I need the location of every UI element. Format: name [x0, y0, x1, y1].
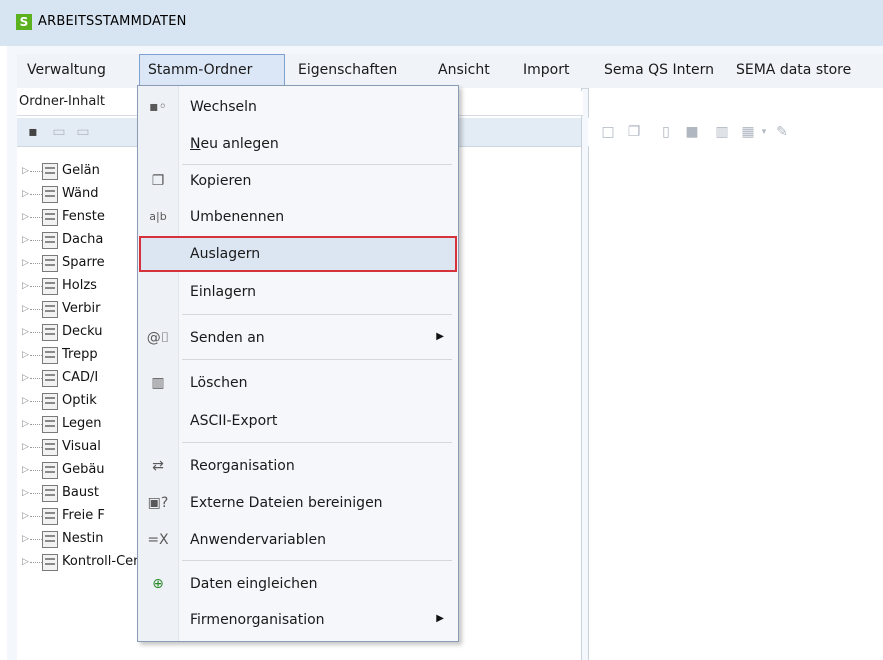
add-data-icon: ⊕ [152, 576, 164, 592]
folder-icon [42, 301, 58, 318]
menu-sema-qs-intern[interactable]: Sema QS Intern [604, 55, 714, 85]
folder-icon [42, 232, 58, 249]
save-icon[interactable]: ■ [684, 124, 700, 140]
stamm-ordner-dropdown: ▪◦ Wechseln Neu anlegen ❐ Kopieren a|b U… [137, 85, 459, 642]
menu-item-senden-an[interactable]: @⌷ Senden an ▶ [138, 321, 458, 355]
menu-separator [182, 314, 452, 315]
menu-stamm-ordner[interactable]: Stamm-Ordner [139, 54, 285, 86]
attachment-icon: @⌷ [146, 330, 170, 346]
switch-icon: ▪◦ [149, 99, 167, 115]
variable-icon: =X [147, 532, 169, 548]
folder-icon [42, 347, 58, 364]
right-panel [588, 88, 883, 660]
folder-icon [42, 370, 58, 387]
reorganize-icon: ⇄ [152, 458, 164, 474]
menu-item-ascii-export[interactable]: ASCII-Export [138, 404, 458, 438]
right-toolbar: □ ❐ ▯ ■ ▥ ▦ ▾ ✎ [588, 118, 883, 146]
menu-item-daten-eingleichen[interactable]: ⊕ Daten eingleichen [138, 567, 458, 601]
folder-icon [42, 508, 58, 525]
folder-icon [42, 324, 58, 341]
menu-item-reorganisation[interactable]: ⇄ Reorganisation [138, 449, 458, 483]
trash-icon: ▥ [151, 375, 165, 391]
menu-separator [182, 560, 452, 561]
folder-icon [42, 255, 58, 272]
menu-item-loeschen[interactable]: ▥ Löschen [138, 366, 458, 400]
menu-import[interactable]: Import [523, 55, 569, 85]
menu-sema-data-store[interactable]: SEMA data store [736, 55, 851, 85]
menu-verwaltung[interactable]: Verwaltung [27, 55, 106, 85]
copy-folder-icon[interactable]: ▭ [75, 124, 91, 140]
title-bar: S ARBEITSSTAMMDATEN [0, 0, 883, 46]
menu-item-kopieren[interactable]: ❐ Kopieren [138, 164, 458, 198]
menu-item-externe-dateien-bereinigen[interactable]: ▣? Externe Dateien bereinigen [138, 486, 458, 520]
copy-icon: ❐ [151, 173, 165, 189]
menu-item-firmenorganisation[interactable]: Firmenorganisation ▶ [138, 603, 458, 637]
menu-separator [182, 359, 452, 360]
folder-icon [42, 554, 58, 571]
delete-icon[interactable]: ▥ [714, 124, 730, 140]
new-folder-icon[interactable]: ▭ [51, 124, 67, 140]
menu-item-umbenennen[interactable]: a|b Umbenennen [138, 200, 458, 234]
copy-document-icon[interactable]: ❐ [626, 124, 642, 140]
folder-icon [42, 163, 58, 180]
menu-item-anwendervariablen[interactable]: =X Anwendervariablen [138, 523, 458, 557]
rename-icon: a|b [149, 210, 167, 223]
app-logo-icon: S [16, 14, 32, 30]
folder-content-label: Ordner-Inhalt [19, 94, 106, 109]
folder-icon [42, 278, 58, 295]
window-title: ARBEITSSTAMMDATEN [38, 14, 187, 29]
folder-icon [42, 531, 58, 548]
menu-item-einlagern[interactable]: Einlagern [138, 275, 458, 309]
folder-icon [42, 485, 58, 502]
folder-icon [42, 393, 58, 410]
folder-icon [42, 462, 58, 479]
clean-files-icon: ▣? [147, 495, 169, 511]
menu-item-wechseln[interactable]: ▪◦ Wechseln [138, 90, 458, 124]
folder-icon [42, 186, 58, 203]
dropdown-arrow-icon[interactable]: ▾ [756, 124, 772, 140]
submenu-arrow-icon: ▶ [436, 613, 444, 624]
grid-view-icon[interactable]: ▦ [740, 124, 756, 140]
menu-item-auslagern[interactable]: Auslagern [139, 236, 457, 272]
cut-icon[interactable]: ▯ [658, 124, 674, 140]
folder-icon [42, 209, 58, 226]
switch-icon[interactable]: ▪︎ [25, 124, 41, 140]
submenu-arrow-icon: ▶ [436, 331, 444, 342]
menu-ansicht[interactable]: Ansicht [438, 55, 490, 85]
menu-eigenschaften[interactable]: Eigenschaften [298, 55, 397, 85]
folder-icon [42, 416, 58, 433]
folder-icon [42, 439, 58, 456]
edit-icon[interactable]: ✎ [774, 124, 790, 140]
menu-separator [182, 442, 452, 443]
menu-item-neu-anlegen[interactable]: Neu anlegen [138, 127, 458, 161]
new-document-icon[interactable]: □ [600, 124, 616, 140]
